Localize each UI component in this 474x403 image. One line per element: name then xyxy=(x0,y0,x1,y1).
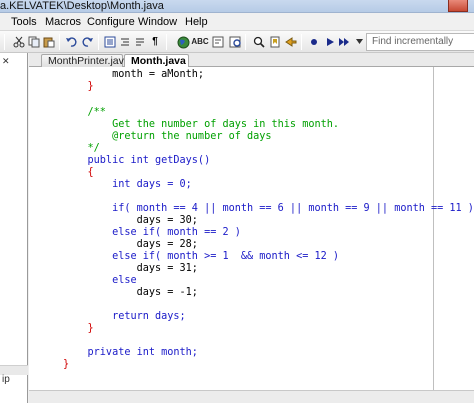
code-line: else if( month == 2 ) xyxy=(63,227,241,238)
bookmark-icon[interactable] xyxy=(268,35,282,49)
toolbar-separator xyxy=(98,34,99,50)
title-bar: a.KELVATEK\Desktop\Month.java xyxy=(0,0,474,13)
code-line: days = 28; xyxy=(63,239,198,250)
paragraph-icon[interactable]: ¶ xyxy=(148,35,162,49)
find-incrementally-input[interactable]: Find incrementally xyxy=(366,33,474,51)
tab-month[interactable]: Month.java xyxy=(124,54,189,68)
toolbar-separator xyxy=(59,34,60,50)
code-line: days = 30; xyxy=(63,215,198,226)
code-line: else if( month >= 1 && month <= 12 ) xyxy=(63,251,340,262)
paste-icon[interactable] xyxy=(42,35,56,49)
close-panel-icon[interactable]: ✕ xyxy=(2,56,10,67)
code-line: days = 31; xyxy=(63,263,198,274)
comment-icon[interactable] xyxy=(211,35,225,49)
toolbar-separator xyxy=(166,34,167,50)
code-line: @return the number of days xyxy=(63,131,272,142)
tab-bar: MonthPrinter.java Month.java xyxy=(29,53,474,68)
print-margin-line xyxy=(433,67,434,390)
code-line: Get the number of days in this month. xyxy=(63,119,340,130)
globe-icon[interactable] xyxy=(176,35,190,49)
code-line: /** xyxy=(63,107,106,118)
find-icon[interactable] xyxy=(252,35,266,49)
code-line: } xyxy=(63,81,94,92)
code-line: if( month == 4 || month == 6 || month ==… xyxy=(63,203,474,214)
menu-tools[interactable]: Tools xyxy=(11,15,37,29)
code-line: } xyxy=(63,359,70,370)
redo-icon[interactable] xyxy=(80,35,94,49)
copy-icon[interactable] xyxy=(27,35,41,49)
code-line: month = aMonth; xyxy=(63,69,205,80)
side-panel-status: ip xyxy=(2,374,10,385)
show-whitespace-icon[interactable] xyxy=(133,35,147,49)
code-line: return days; xyxy=(63,311,186,322)
side-panel: ✕ xyxy=(0,53,28,403)
window-title: a.KELVATEK\Desktop\Month.java xyxy=(0,0,164,12)
menu-help[interactable]: Help xyxy=(185,15,208,29)
code-line: private int month; xyxy=(63,347,198,358)
spell-check-icon[interactable]: ABC xyxy=(191,35,208,49)
code-line: */ xyxy=(63,143,100,154)
code-editor[interactable]: month = aMonth; } /** Get the number of … xyxy=(29,67,474,390)
menu-window[interactable]: Window xyxy=(138,15,177,29)
code-line: else xyxy=(63,275,137,286)
code-line: public int getDays() xyxy=(63,155,211,166)
play-icon[interactable] xyxy=(323,35,337,49)
code-line: { xyxy=(63,167,94,178)
record-icon[interactable] xyxy=(307,35,321,49)
code-line: int days = 0; xyxy=(63,179,192,190)
toolbar-separator xyxy=(4,34,5,50)
menu-configure[interactable]: Configure xyxy=(87,15,135,29)
code-line: days = -1; xyxy=(63,287,198,298)
editor-gutter xyxy=(29,67,43,390)
arrow-icon[interactable] xyxy=(284,35,298,49)
code-line: } xyxy=(63,323,94,334)
tab-monthprinter[interactable]: MonthPrinter.java xyxy=(41,54,130,68)
replace-icon[interactable] xyxy=(228,35,242,49)
cut-icon[interactable] xyxy=(12,35,26,49)
run-icon[interactable] xyxy=(337,35,351,49)
horizontal-scrollbar[interactable] xyxy=(29,390,474,403)
toolbar-separator xyxy=(245,34,246,50)
close-window-button[interactable] xyxy=(448,0,468,12)
undo-icon[interactable] xyxy=(64,35,78,49)
menu-macros[interactable]: Macros xyxy=(45,15,81,29)
menu-bar: Tools Macros Configure Window Help xyxy=(0,13,474,31)
indent-icon[interactable] xyxy=(103,35,117,49)
dropdown-icon[interactable] xyxy=(352,35,366,49)
toolbar-separator xyxy=(301,34,302,50)
outdent-icon[interactable] xyxy=(118,35,132,49)
